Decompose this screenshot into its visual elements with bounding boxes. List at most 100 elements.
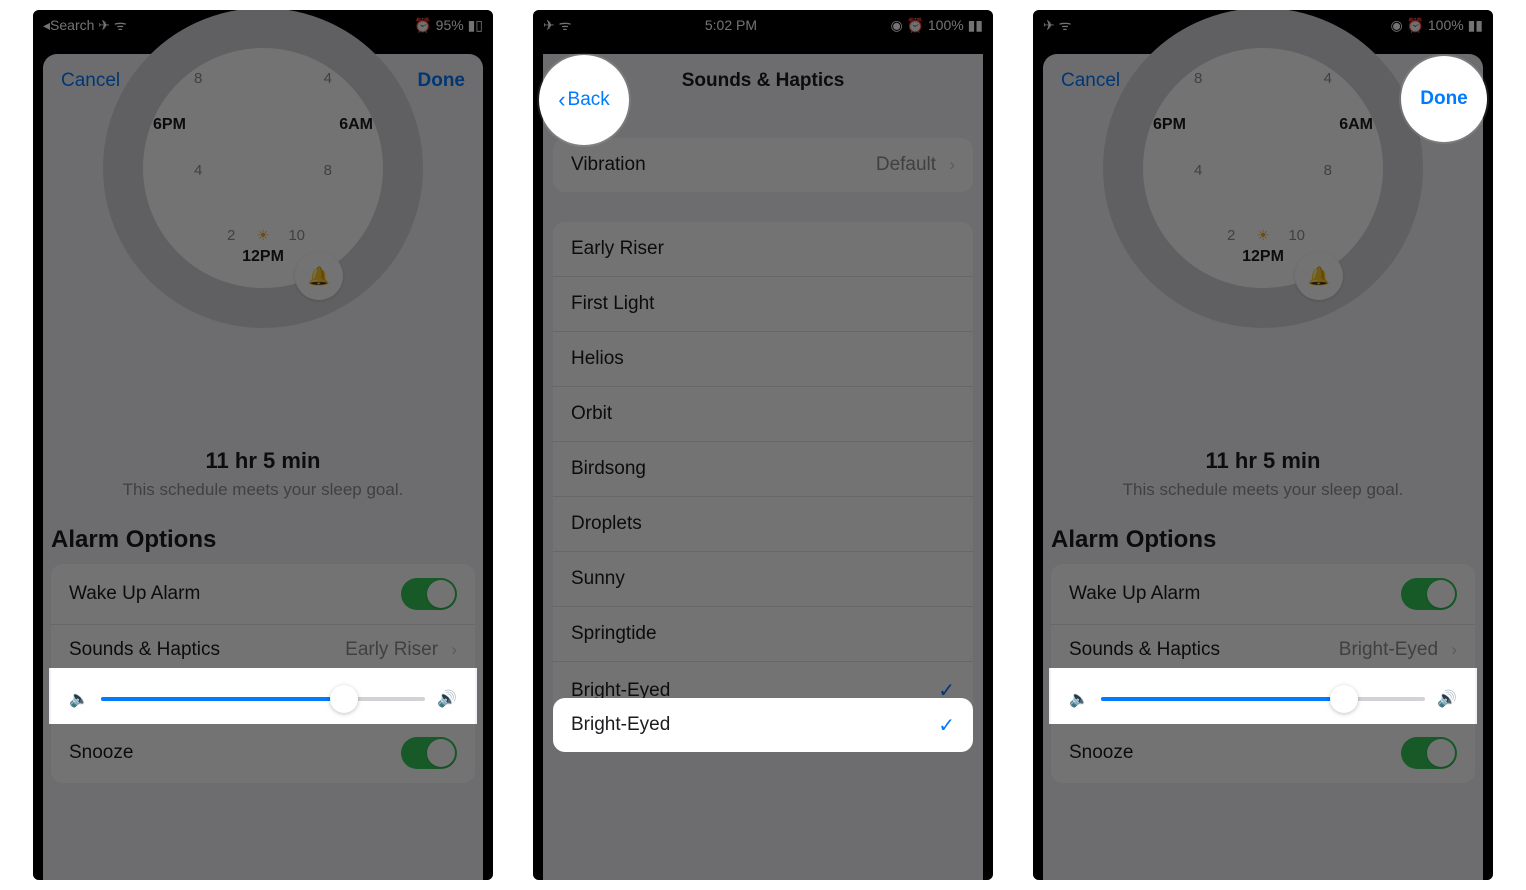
- sleep-duration: 11 hr 5 min: [1043, 448, 1483, 474]
- sound-item-label: Birdsong: [571, 458, 646, 480]
- snooze-toggle[interactable]: [1401, 737, 1457, 769]
- volume-high-icon: 🔊: [437, 689, 457, 709]
- vibration-label: Vibration: [571, 154, 646, 176]
- volume-low-icon: 🔈: [69, 689, 89, 709]
- edit-schedule-sheet: Cancel Done 8 4 6PM 6AM 4 8 2 10 ☀ 12PM: [1043, 54, 1483, 880]
- sleep-dial[interactable]: 8 4 6PM 6AM 4 8 2 10 ☀ 12PM 🔔: [1057, 108, 1469, 388]
- cancel-button[interactable]: Cancel: [61, 70, 120, 92]
- edit-schedule-sheet: Cancel Done 8 4 6PM 6AM 4 8 2 10 ☀ 12PM: [43, 54, 483, 880]
- alarm-options-header: Alarm Options: [1051, 526, 1475, 554]
- vibration-value: Default: [876, 154, 936, 175]
- status-left: ✈ ᯤ: [543, 16, 571, 35]
- status-left: ✈ ᯤ: [1043, 16, 1071, 35]
- status-time: 5:02 PM: [705, 17, 757, 33]
- sleep-goal-status: This schedule meets your sleep goal.: [1043, 480, 1483, 500]
- cancel-button[interactable]: Cancel: [1061, 70, 1120, 92]
- sound-item[interactable]: Sunny: [553, 552, 973, 607]
- sound-item[interactable]: Orbit: [553, 387, 973, 442]
- wake-up-alarm-toggle[interactable]: [1401, 578, 1457, 610]
- wake-up-alarm-label: Wake Up Alarm: [69, 583, 200, 605]
- snooze-row: Snooze: [51, 723, 475, 783]
- screenshot-3: ✈ ᯤ 5:02 PM ◉ ⏰ 100% ▮▮ Cancel Done 8 4 …: [1033, 10, 1493, 880]
- dial-hour: 2: [1227, 227, 1235, 244]
- sound-item-label: Early Riser: [571, 238, 664, 260]
- sun-icon: ☀: [1257, 227, 1270, 244]
- snooze-row: Snooze: [1051, 723, 1475, 783]
- sound-item-label: Sunny: [571, 568, 625, 590]
- dial-hour: 6AM: [1339, 116, 1373, 134]
- sound-item[interactable]: Springtide: [553, 607, 973, 662]
- sounds-haptics-value: Bright-Eyed: [1339, 639, 1438, 660]
- chevron-right-icon: ›: [1451, 640, 1457, 659]
- sounds-haptics-label: Sounds & Haptics: [1069, 639, 1220, 661]
- dial-hour: 8: [1194, 70, 1202, 87]
- sound-item[interactable]: Droplets: [553, 497, 973, 552]
- dial-hour: 6PM: [1153, 116, 1186, 134]
- dial-hour: 6PM: [153, 116, 186, 134]
- dial-hour: 4: [324, 70, 332, 87]
- wake-handle[interactable]: 🔔: [295, 252, 343, 300]
- sounds-haptics-row[interactable]: Sounds & Haptics Bright-Eyed ›: [1051, 624, 1475, 675]
- alarm-options-header: Alarm Options: [51, 526, 475, 554]
- snooze-toggle[interactable]: [401, 737, 457, 769]
- sounds-haptics-row[interactable]: Sounds & Haptics Early Riser ›: [51, 624, 475, 675]
- done-button[interactable]: Done: [418, 70, 466, 92]
- sound-item-label: First Light: [571, 293, 654, 315]
- status-right: ⏰ 95% ▮▯: [414, 17, 483, 34]
- back-button-highlight[interactable]: ‹ Back: [558, 87, 610, 113]
- sounds-haptics-value: Early Riser: [345, 639, 438, 660]
- sound-item[interactable]: Birdsong: [553, 442, 973, 497]
- dial-hour: 2: [227, 227, 235, 244]
- dial-hour: 12PM: [1242, 248, 1284, 266]
- dial-hour: 4: [1194, 162, 1202, 179]
- dial-hour: 4: [194, 162, 202, 179]
- dial-hour: 6AM: [339, 116, 373, 134]
- sleep-dial[interactable]: 8 4 6PM 6AM 4 8 2 10 ☀ 12PM 🔔: [57, 108, 469, 388]
- sound-item[interactable]: First Light: [553, 277, 973, 332]
- checkmark-icon: ✓: [938, 713, 955, 738]
- bell-icon: 🔔: [308, 266, 330, 287]
- snooze-label: Snooze: [69, 742, 133, 764]
- sound-item[interactable]: Early Riser: [553, 222, 973, 277]
- dial-hour: 12PM: [242, 248, 284, 266]
- sounds-haptics-sheet: ‹ Back Sounds & Haptics Vibration Defaul…: [543, 54, 983, 880]
- volume-high-icon: 🔊: [1437, 689, 1457, 709]
- dial-hour: 8: [1324, 162, 1332, 179]
- volume-low-icon: 🔈: [1069, 689, 1089, 709]
- volume-slider[interactable]: [101, 697, 425, 701]
- sleep-goal-status: This schedule meets your sleep goal.: [43, 480, 483, 500]
- status-left: ◂Search ✈ ᯤ: [43, 16, 127, 35]
- status-right: ◉ ⏰ 100% ▮▮: [1390, 17, 1483, 34]
- sound-item-label[interactable]: Bright-Eyed: [571, 714, 670, 736]
- snooze-label: Snooze: [1069, 742, 1133, 764]
- chevron-right-icon: ›: [949, 155, 955, 174]
- dial-hour: 8: [324, 162, 332, 179]
- volume-row: 🔈 🔊: [1051, 675, 1475, 723]
- dial-hour: 10: [288, 227, 305, 244]
- dial-hour: 10: [1288, 227, 1305, 244]
- status-right: ◉ ⏰ 100% ▮▮: [890, 17, 983, 34]
- sound-item-label: Springtide: [571, 623, 657, 645]
- done-button-highlight[interactable]: Done: [1420, 88, 1468, 110]
- bell-icon: 🔔: [1308, 266, 1330, 287]
- screenshot-1: ◂Search ✈ ᯤ 2:35 PM ⏰ 95% ▮▯ Cancel Done…: [33, 10, 493, 880]
- wake-handle[interactable]: 🔔: [1295, 252, 1343, 300]
- sounds-haptics-label: Sounds & Haptics: [69, 639, 220, 661]
- status-bar: ✈ ᯤ 5:02 PM ◉ ⏰ 100% ▮▮: [533, 10, 993, 40]
- volume-row: 🔈 🔊: [51, 675, 475, 723]
- chevron-right-icon: ›: [451, 640, 457, 659]
- page-title: Sounds & Haptics: [682, 70, 845, 92]
- dial-hour: 8: [194, 70, 202, 87]
- sound-item[interactable]: Helios: [553, 332, 973, 387]
- sleep-duration: 11 hr 5 min: [43, 448, 483, 474]
- wake-up-alarm-label: Wake Up Alarm: [1069, 583, 1200, 605]
- dial-hour: 4: [1324, 70, 1332, 87]
- vibration-row[interactable]: Vibration Default ›: [553, 138, 973, 192]
- sound-item-label: Orbit: [571, 403, 612, 425]
- sound-item-label: Helios: [571, 348, 624, 370]
- wake-up-alarm-toggle[interactable]: [401, 578, 457, 610]
- chevron-left-icon: ‹: [558, 87, 565, 113]
- wake-up-alarm-row: Wake Up Alarm: [1051, 564, 1475, 624]
- volume-slider[interactable]: [1101, 697, 1425, 701]
- sound-item-label: Droplets: [571, 513, 642, 535]
